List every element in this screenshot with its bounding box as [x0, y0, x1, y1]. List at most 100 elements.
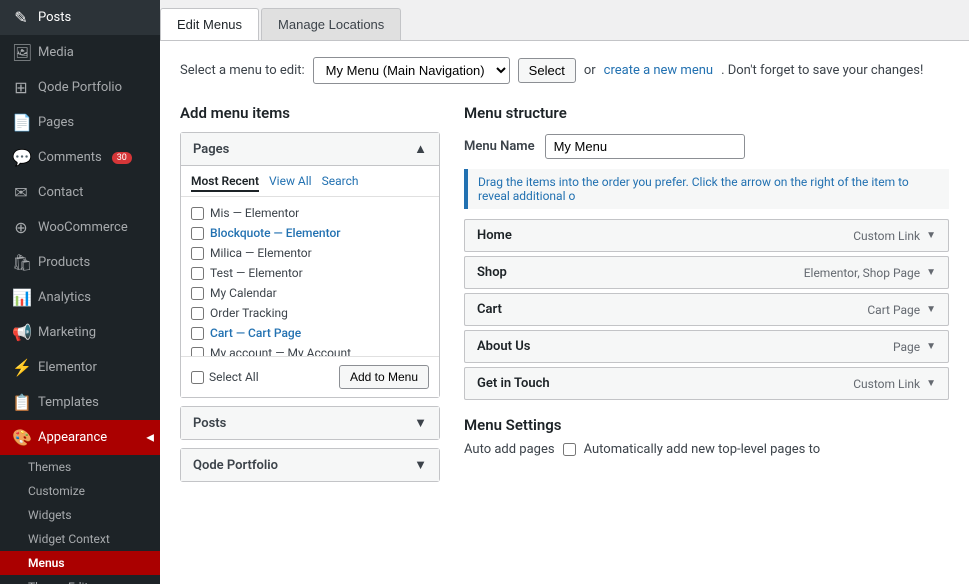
- accordion-header-posts[interactable]: Posts ▼: [181, 407, 439, 439]
- check-item-4[interactable]: My Calendar: [191, 283, 429, 303]
- select-menu-label: Select a menu to edit:: [180, 63, 305, 78]
- sidebar-item-templates[interactable]: 📋 Templates: [0, 385, 160, 420]
- sub-item-label: Theme Editor: [28, 580, 99, 584]
- checkbox-4[interactable]: [191, 287, 204, 300]
- menu-item-meta-shop: Elementor, Shop Page: [804, 266, 920, 280]
- checkbox-7[interactable]: [191, 347, 204, 358]
- tab-edit-menus[interactable]: Edit Menus: [160, 8, 259, 40]
- sidebar-item-analytics[interactable]: 📊 Analytics: [0, 280, 160, 315]
- checkbox-6[interactable]: [191, 327, 204, 340]
- sub-item-themes[interactable]: Themes: [0, 455, 160, 479]
- comments-badge: 30: [112, 152, 132, 164]
- check-label-6: Cart — Cart Page: [210, 326, 301, 340]
- accordion-header-pages[interactable]: Pages ▲: [181, 133, 439, 165]
- menu-item-right-shop: Elementor, Shop Page ▼: [804, 266, 936, 280]
- or-text: or: [584, 63, 596, 78]
- sidebar-item-woocommerce[interactable]: ⊕ WooCommerce: [0, 210, 160, 245]
- create-menu-link[interactable]: create a new menu: [604, 63, 713, 78]
- accordion-footer: Select All Add to Menu: [181, 357, 439, 397]
- sidebar-item-products[interactable]: 🛍 Products: [0, 245, 160, 280]
- sidebar-item-contact[interactable]: ✉ Contact: [0, 175, 160, 210]
- checkbox-2[interactable]: [191, 247, 204, 260]
- checkbox-5[interactable]: [191, 307, 204, 320]
- menu-item-right-about: Page ▼: [893, 340, 936, 354]
- add-to-menu-btn[interactable]: Add to Menu: [339, 365, 429, 389]
- menu-item-cart[interactable]: Cart Cart Page ▼: [464, 293, 949, 326]
- chevron-icon-home[interactable]: ▼: [926, 230, 936, 241]
- sidebar-item-pages[interactable]: 📄 Pages: [0, 105, 160, 140]
- menu-item-right-cart: Cart Page ▼: [867, 303, 936, 317]
- accordion-qode: Qode Portfolio ▼: [180, 448, 440, 482]
- sidebar-item-qode-portfolio[interactable]: ⊞ Qode Portfolio: [0, 70, 160, 105]
- sidebar-item-label: WooCommerce: [38, 220, 128, 235]
- checkbox-3[interactable]: [191, 267, 204, 280]
- sub-item-customize[interactable]: Customize: [0, 479, 160, 503]
- menu-item-home[interactable]: Home Custom Link ▼: [464, 219, 949, 252]
- check-label-5: Order Tracking: [210, 306, 288, 320]
- sidebar-item-comments[interactable]: 💬 Comments 30: [0, 140, 160, 175]
- check-item-7[interactable]: My account — My Account: [191, 343, 429, 357]
- check-label-0: Mis — Elementor: [210, 206, 299, 220]
- check-item-1[interactable]: Blockquote — Elementor: [191, 223, 429, 243]
- sidebar-item-label: Templates: [38, 395, 99, 410]
- check-item-5[interactable]: Order Tracking: [191, 303, 429, 323]
- accordion-body-pages: Most Recent View All Search Mis — Elemen…: [181, 165, 439, 397]
- menu-item-right-home: Custom Link ▼: [853, 229, 936, 243]
- accordion-toggle-pages: ▲: [414, 141, 427, 157]
- sidebar-item-label: Pages: [38, 115, 74, 130]
- sidebar-item-posts[interactable]: ✎ Posts: [0, 0, 160, 35]
- chevron-icon-shop[interactable]: ▼: [926, 267, 936, 278]
- sidebar-item-label: Analytics: [38, 290, 91, 305]
- sidebar-item-elementor[interactable]: ⚡ Elementor: [0, 350, 160, 385]
- sidebar-item-media[interactable]: 🖼 Media: [0, 35, 160, 70]
- inner-tab-most-recent[interactable]: Most Recent: [191, 174, 259, 192]
- check-item-3[interactable]: Test — Elementor: [191, 263, 429, 283]
- elementor-icon: ⚡: [12, 358, 30, 377]
- sub-item-widget-context[interactable]: Widget Context: [0, 527, 160, 551]
- sub-item-theme-editor[interactable]: Theme Editor: [0, 575, 160, 584]
- check-item-6[interactable]: Cart — Cart Page: [191, 323, 429, 343]
- auto-add-checkbox[interactable]: [563, 443, 576, 456]
- accordion-header-qode[interactable]: Qode Portfolio ▼: [181, 449, 439, 481]
- sidebar: ✎ Posts 🖼 Media ⊞ Qode Portfolio 📄 Pages…: [0, 0, 160, 584]
- tabs-bar: Edit Menus Manage Locations: [160, 0, 969, 41]
- menu-name-label: Menu Name: [464, 139, 535, 154]
- check-label-1: Blockquote — Elementor: [210, 226, 341, 240]
- checkbox-1[interactable]: [191, 227, 204, 240]
- inner-tab-search[interactable]: Search: [322, 174, 359, 192]
- sidebar-item-marketing[interactable]: 📢 Marketing: [0, 315, 160, 350]
- select-btn[interactable]: Select: [518, 58, 576, 83]
- menu-name-input[interactable]: [545, 134, 745, 159]
- sidebar-item-label: Elementor: [38, 360, 97, 375]
- menu-item-meta-cart: Cart Page: [867, 303, 920, 317]
- accordion-toggle-posts: ▼: [414, 415, 427, 431]
- chevron-icon-cart[interactable]: ▼: [926, 304, 936, 315]
- menu-item-label-shop: Shop: [477, 265, 507, 280]
- menu-select[interactable]: My Menu (Main Navigation): [313, 57, 510, 84]
- check-item-0[interactable]: Mis — Elementor: [191, 203, 429, 223]
- inner-tab-view-all[interactable]: View All: [269, 174, 312, 192]
- left-column: Add menu items Pages ▲ Most Recent View …: [180, 104, 440, 490]
- menu-settings-title: Menu Settings: [464, 416, 949, 434]
- pages-check-list: Mis — Elementor Blockquote — Elementor M…: [181, 197, 439, 357]
- menu-item-label-cart: Cart: [477, 302, 502, 317]
- check-label-4: My Calendar: [210, 286, 277, 300]
- menu-item-get-in-touch[interactable]: Get in Touch Custom Link ▼: [464, 367, 949, 400]
- menu-item-shop[interactable]: Shop Elementor, Shop Page ▼: [464, 256, 949, 289]
- chevron-icon-get-in-touch[interactable]: ▼: [926, 378, 936, 389]
- chevron-icon-about[interactable]: ▼: [926, 341, 936, 352]
- sub-item-menus[interactable]: Menus: [0, 551, 160, 575]
- select-all-label[interactable]: Select All: [191, 370, 259, 384]
- sidebar-item-label: Qode Portfolio: [38, 80, 122, 95]
- check-item-2[interactable]: Milica — Elementor: [191, 243, 429, 263]
- tab-manage-locations[interactable]: Manage Locations: [261, 8, 401, 40]
- sub-item-label: Widget Context: [28, 532, 110, 546]
- sub-item-widgets[interactable]: Widgets: [0, 503, 160, 527]
- select-all-checkbox[interactable]: [191, 371, 204, 384]
- sidebar-item-appearance[interactable]: 🎨 Appearance ◀: [0, 420, 160, 455]
- menu-item-about[interactable]: About Us Page ▼: [464, 330, 949, 363]
- inner-tabs: Most Recent View All Search: [181, 166, 439, 197]
- appearance-icon: 🎨: [12, 428, 30, 447]
- checkbox-0[interactable]: [191, 207, 204, 220]
- menu-item-label-get-in-touch: Get in Touch: [477, 376, 550, 391]
